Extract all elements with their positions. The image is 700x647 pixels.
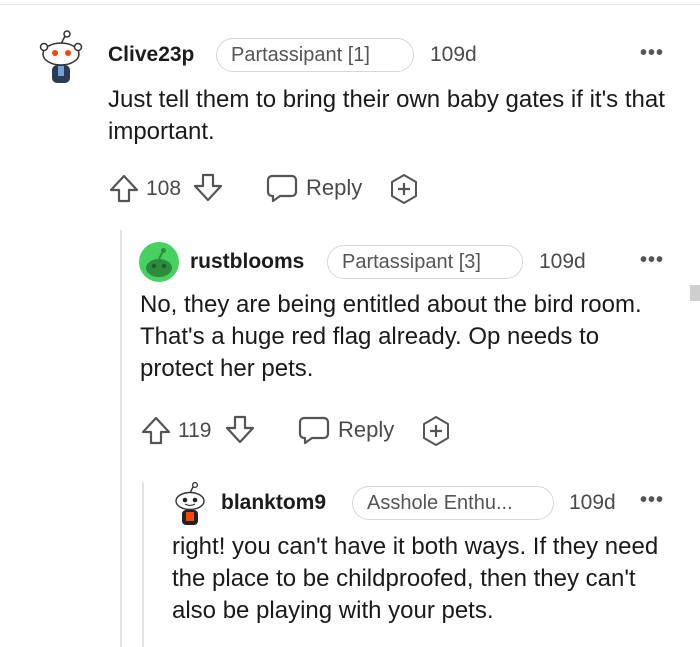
reply-label: Reply <box>338 417 395 442</box>
vote-count: 108 <box>146 177 182 200</box>
downvote-button[interactable] <box>192 172 224 204</box>
downvote-arrow-icon <box>225 415 255 444</box>
comment: Clive23p Partassipant [1] 109d ••• Just … <box>0 0 700 230</box>
more-options-button[interactable]: ••• <box>640 249 664 272</box>
snoo-avatar-icon <box>39 30 83 83</box>
vote-count: 119 <box>178 419 212 442</box>
award-plus-icon <box>391 174 417 204</box>
avatar[interactable] <box>172 482 208 526</box>
upvote-arrow-icon <box>109 174 139 203</box>
reply-button[interactable]: Reply <box>298 415 394 445</box>
comment-age: 109d <box>430 43 477 66</box>
more-options-button[interactable]: ••• <box>640 42 664 65</box>
reply-button[interactable]: Reply <box>266 173 362 203</box>
snoo-avatar-icon <box>175 482 205 525</box>
user-flair: Partassipant [1] <box>216 38 414 72</box>
reply-label: Reply <box>306 175 363 200</box>
avatar[interactable] <box>38 30 84 86</box>
ellipsis-icon: ••• <box>640 42 665 64</box>
comment-body: right! you can't have it both ways. If t… <box>172 533 659 624</box>
comment-bubble-icon <box>298 416 330 445</box>
snoo-avatar-icon <box>139 242 179 282</box>
user-flair: Asshole Enthu... <box>352 486 554 520</box>
comment-body: Just tell them to bring their own baby g… <box>108 86 665 145</box>
upvote-button[interactable] <box>140 414 172 446</box>
comment-age: 109d <box>569 491 616 514</box>
comment-bubble-icon <box>266 174 298 203</box>
ellipsis-icon: ••• <box>640 249 665 271</box>
award-button[interactable] <box>420 415 452 447</box>
upvote-arrow-icon <box>141 416 171 445</box>
username[interactable]: Clive23p <box>108 43 194 67</box>
username[interactable]: rustblooms <box>190 250 304 274</box>
comment-body: No, they are being entitled about the bi… <box>140 291 642 382</box>
downvote-button[interactable] <box>224 414 256 446</box>
award-button[interactable] <box>388 173 420 205</box>
username[interactable]: blanktom9 <box>221 491 326 515</box>
more-options-button[interactable]: ••• <box>640 489 664 512</box>
comment-age: 109d <box>539 250 586 273</box>
comment: blanktom9 Asshole Enthu... 109d ••• righ… <box>0 482 700 647</box>
ellipsis-icon: ••• <box>640 489 665 511</box>
downvote-arrow-icon <box>193 173 223 202</box>
user-flair: Partassipant [3] <box>327 245 523 279</box>
upvote-button[interactable] <box>108 172 140 204</box>
comment: rustblooms Partassipant [3] 109d ••• No,… <box>0 230 700 482</box>
avatar[interactable] <box>139 242 179 282</box>
award-plus-icon <box>423 416 449 446</box>
